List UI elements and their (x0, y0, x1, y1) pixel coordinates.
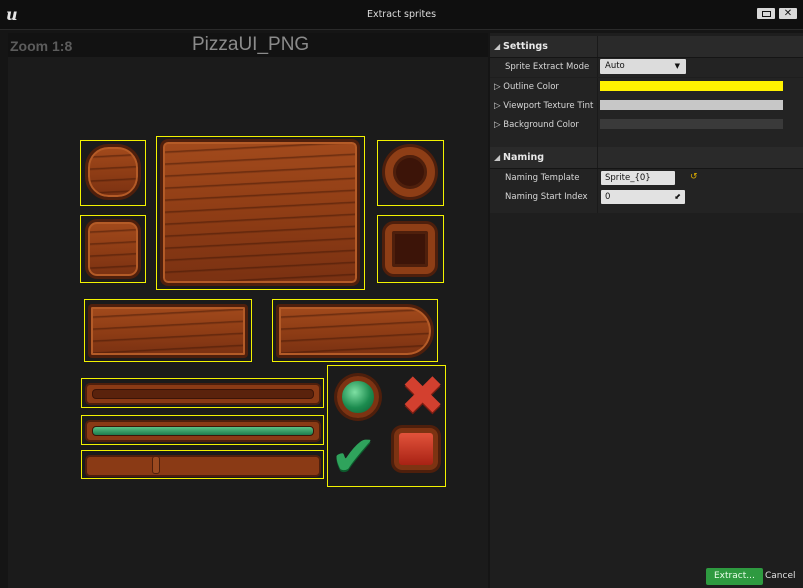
extract-mode-value: Auto (605, 61, 625, 71)
expand-arrow-icon: ▷ (494, 120, 501, 130)
naming-start-index-row: Naming Start Index 0 ⬋ (490, 188, 803, 207)
sprite-slider-bar[interactable] (81, 450, 324, 479)
background-color-label[interactable]: ▷ Background Color (494, 120, 579, 130)
empty-bar-track (92, 389, 314, 399)
square-plank-image (85, 219, 141, 279)
banner-arrow-image (276, 304, 434, 358)
red-cross-icon: ✖ (400, 364, 446, 427)
background-color-swatch[interactable] (600, 119, 783, 129)
sprite-large-board[interactable] (156, 136, 365, 290)
slider-bar-image (85, 455, 321, 477)
settings-section-header[interactable]: ◢ Settings (490, 36, 803, 58)
cancel-button[interactable]: Cancel (757, 568, 803, 585)
sprite-square-frame[interactable] (377, 215, 444, 283)
viewport-tint-label[interactable]: ▷ Viewport Texture Tint (494, 101, 593, 111)
naming-template-input[interactable]: Sprite_{0} (601, 171, 675, 185)
start-index-value: 0 (605, 192, 611, 202)
title-bar: u Extract sprites ✕ (0, 0, 803, 30)
asset-name: PizzaUI_PNG (192, 34, 310, 55)
outline-color-label[interactable]: ▷ Outline Color (494, 82, 559, 92)
naming-section-header[interactable]: ◢ Naming (490, 147, 803, 169)
settings-header-label: Settings (503, 41, 548, 52)
green-ball-icon (337, 376, 379, 418)
round-frame-image (385, 147, 435, 197)
outline-color-row: ▷ Outline Color (490, 78, 803, 97)
sprite-empty-bar[interactable] (81, 378, 324, 408)
naming-start-index-input[interactable]: 0 ⬋ (601, 190, 685, 204)
close-button[interactable]: ✕ (779, 8, 797, 19)
sprite-round-plank[interactable] (80, 140, 146, 206)
dropdown-arrow-icon: ▼ (674, 62, 680, 70)
viewport-tint-row: ▷ Viewport Texture Tint (490, 97, 803, 116)
green-bar-fill (92, 426, 314, 436)
naming-spacer (490, 207, 803, 213)
viewport-tint-swatch[interactable] (600, 100, 783, 110)
naming-start-index-label: Naming Start Index (505, 192, 588, 202)
sprite-buttons-group[interactable]: ✖ ✔ (327, 365, 446, 487)
large-board-image (160, 139, 360, 286)
reset-to-default-icon[interactable]: ↺ (690, 172, 698, 182)
sprite-round-frame[interactable] (377, 140, 444, 206)
sprite-banner-arrow[interactable] (272, 299, 438, 362)
close-icon: ✕ (783, 8, 793, 19)
naming-template-label: Naming Template (505, 173, 580, 183)
sprite-square-plank[interactable] (80, 215, 146, 283)
sprite-banner-left[interactable] (84, 299, 252, 362)
red-button-icon (394, 428, 438, 470)
maximize-button[interactable] (757, 8, 775, 19)
collapse-arrow-icon: ◢ (494, 42, 501, 51)
spin-drag-icon[interactable]: ⬋ (674, 192, 681, 201)
outline-color-swatch[interactable] (600, 81, 783, 91)
extract-mode-label: Sprite Extract Mode (505, 62, 590, 72)
expand-arrow-icon: ▷ (494, 82, 501, 92)
naming-header-label: Naming (503, 152, 545, 163)
slider-knob (152, 456, 160, 474)
window-controls: ✕ (757, 8, 797, 20)
maximize-icon (761, 10, 771, 17)
expand-arrow-icon: ▷ (494, 101, 501, 111)
green-check-icon: ✔ (330, 424, 377, 489)
collapse-arrow-icon: ◢ (494, 153, 501, 162)
empty-bar-image (85, 383, 321, 405)
square-frame-image (385, 224, 435, 274)
green-bar-image (85, 420, 321, 442)
zoom-level: Zoom 1:8 (10, 38, 73, 54)
banner-left-image (88, 304, 248, 358)
window-title: Extract sprites (366, 9, 437, 20)
background-color-row: ▷ Background Color (490, 116, 803, 135)
extract-button[interactable]: Extract... (706, 568, 763, 585)
settings-spacer (490, 135, 803, 147)
extract-mode-row: Sprite Extract Mode Auto ▼ (490, 58, 803, 77)
round-plank-image (85, 144, 141, 200)
sprite-green-bar[interactable] (81, 415, 324, 445)
naming-template-row: Naming Template Sprite_{0} ↺ (490, 169, 803, 188)
extract-mode-dropdown[interactable]: Auto ▼ (600, 59, 686, 74)
